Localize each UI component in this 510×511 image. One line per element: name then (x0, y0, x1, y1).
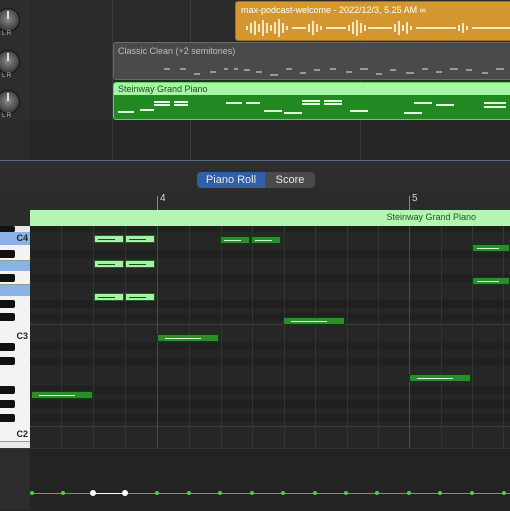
automation-point-selected[interactable] (90, 490, 96, 496)
midi-note[interactable] (94, 260, 124, 268)
pan-knob[interactable] (0, 50, 20, 74)
track-header-empty (0, 120, 30, 161)
waveform (246, 19, 510, 37)
automation-point[interactable] (218, 491, 222, 495)
key-label-c3: C3 (16, 331, 28, 341)
pan-label: L R (2, 31, 12, 37)
loop-icon: ∞ (419, 5, 427, 15)
region-header[interactable]: Steinway Grand Piano (30, 210, 510, 226)
track-header-3[interactable]: L R (0, 80, 30, 121)
midi-region-title: Steinway Grand Piano (118, 84, 208, 94)
automation-point[interactable] (313, 491, 317, 495)
pan-label: L R (2, 73, 12, 79)
midi-note[interactable] (251, 236, 281, 244)
automation-point[interactable] (281, 491, 285, 495)
ruler-bar-5: 5 (412, 193, 418, 204)
midi-note[interactable] (125, 293, 155, 301)
timeline-ruler[interactable]: 4 5 (30, 190, 510, 210)
midi-note[interactable] (125, 235, 155, 243)
midi-note[interactable] (472, 244, 510, 252)
midi-region-steinway[interactable]: Steinway Grand Piano (113, 82, 510, 120)
key-label-c4: C4 (16, 233, 28, 243)
midi-note[interactable] (472, 277, 510, 285)
automation-point[interactable] (155, 491, 159, 495)
pan-knob[interactable] (0, 8, 20, 32)
key-highlight[interactable] (0, 260, 30, 271)
audio-region[interactable]: max-podcast-welcome - 2022/12/3, 5.25 AM… (235, 1, 510, 41)
piano-keyboard[interactable]: C4 C3 C2 (0, 226, 30, 448)
midi-note[interactable] (94, 235, 124, 243)
midi-note[interactable] (31, 391, 93, 399)
automation-point[interactable] (502, 491, 506, 495)
pan-knob[interactable] (0, 90, 20, 114)
track-lane-empty (30, 120, 510, 161)
automation-lane[interactable] (0, 448, 510, 511)
piano-roll-grid[interactable] (30, 226, 510, 448)
tab-piano-roll[interactable]: Piano Roll (197, 172, 265, 188)
automation-point[interactable] (61, 491, 65, 495)
midi-note[interactable] (94, 293, 124, 301)
automation-point[interactable] (438, 491, 442, 495)
key-label-c2: C2 (16, 429, 28, 439)
key-highlight[interactable] (0, 284, 30, 296)
midi-note[interactable] (125, 260, 155, 268)
midi-note[interactable] (409, 374, 471, 382)
track-header-2[interactable]: L R (0, 40, 30, 81)
automation-point[interactable] (407, 491, 411, 495)
midi-region-title: Classic Clean (+2 semitones) (118, 46, 236, 56)
audio-region-title: max-podcast-welcome - 2022/12/3, 5.25 AM… (241, 5, 427, 15)
midi-note[interactable] (157, 334, 219, 342)
tab-score[interactable]: Score (265, 172, 315, 188)
ruler-bar-4: 4 (160, 193, 166, 204)
midi-region-classic-clean[interactable]: Classic Clean (+2 semitones) (113, 42, 510, 80)
region-title: Steinway Grand Piano (386, 212, 476, 222)
automation-point[interactable] (344, 491, 348, 495)
pan-label: L R (2, 113, 12, 119)
automation-point[interactable] (250, 491, 254, 495)
automation-point-selected[interactable] (122, 490, 128, 496)
automation-point[interactable] (470, 491, 474, 495)
midi-note[interactable] (283, 317, 345, 325)
automation-point[interactable] (375, 491, 379, 495)
track-header-1[interactable]: L R (0, 0, 30, 41)
midi-note[interactable] (220, 236, 250, 244)
automation-point[interactable] (187, 491, 191, 495)
automation-point[interactable] (30, 491, 34, 495)
